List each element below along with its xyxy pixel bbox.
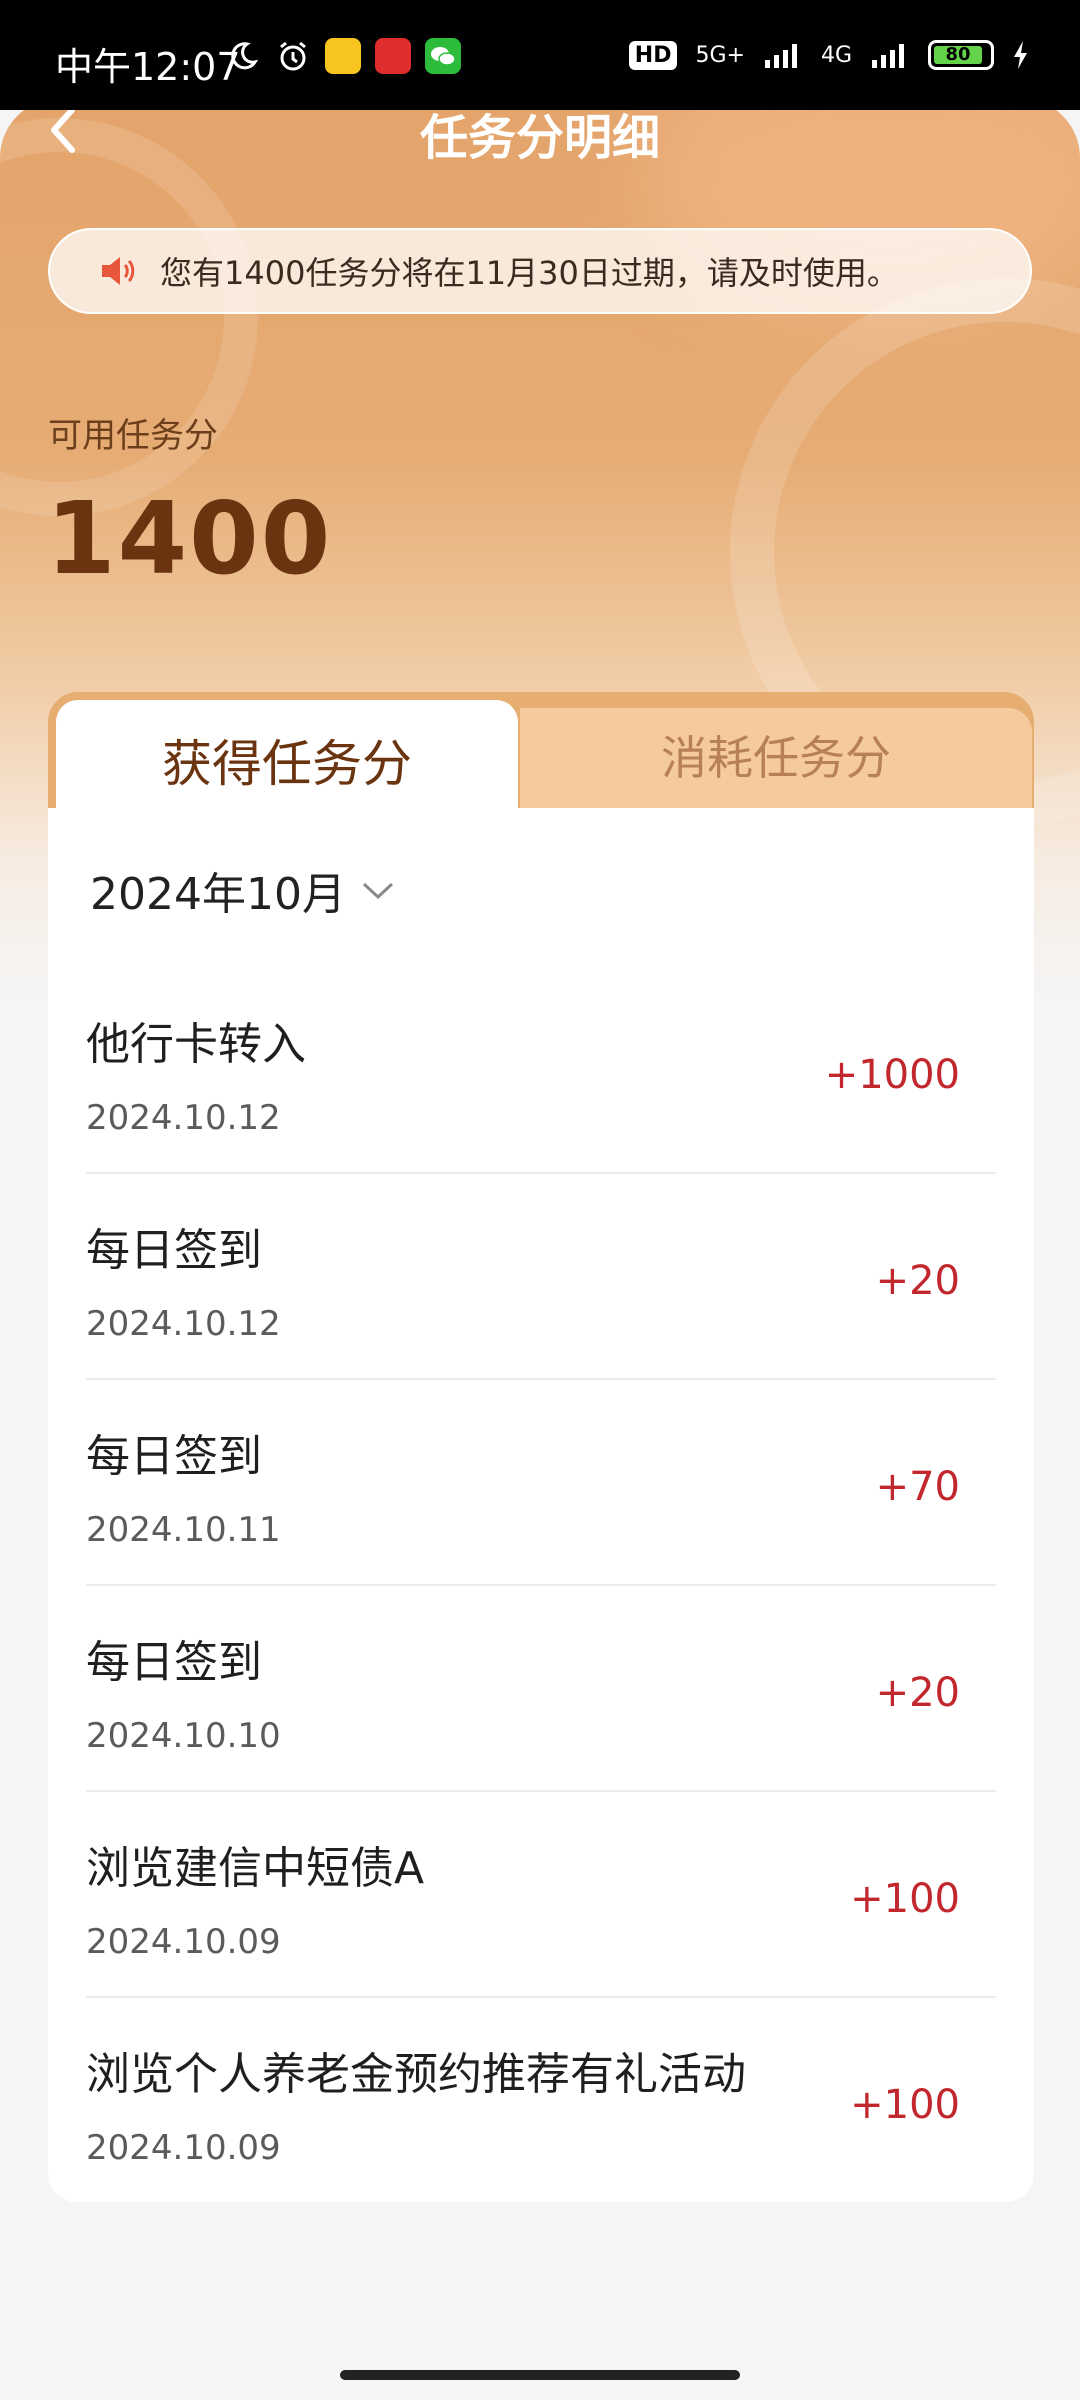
record-date: 2024.10.12 <box>86 1098 281 1138</box>
signal-icon <box>764 44 797 68</box>
expiry-notice-text: 您有1400任务分将在11月30日过期，请及时使用。 <box>160 254 899 292</box>
battery-level: 80 <box>934 46 982 64</box>
status-bar: 中午12:07 HD 5G+ 4G 80 <box>0 0 1080 110</box>
points-record-list: 他行卡转入 2024.10.12 +1000 每日签到 2024.10.12 +… <box>86 968 996 2202</box>
record-title: 浏览个人养老金预约推荐有礼活动 <box>86 2049 746 2100</box>
record-date: 2024.10.12 <box>86 1304 281 1344</box>
record-title: 浏览建信中短债A <box>86 1843 425 1894</box>
record-amount: +1000 <box>824 1052 960 1098</box>
charging-icon <box>1014 41 1027 69</box>
record-date: 2024.10.10 <box>86 1716 281 1756</box>
record-date: 2024.10.09 <box>86 1922 281 1962</box>
tab-earned-points[interactable]: 获得任务分 <box>56 700 518 820</box>
signal-icon <box>872 44 904 68</box>
month-selector[interactable]: 2024年10月 <box>90 858 396 922</box>
record-title: 他行卡转入 <box>86 1019 306 1070</box>
record-title: 每日签到 <box>86 1225 262 1276</box>
list-item: 他行卡转入 2024.10.12 +1000 <box>86 968 996 1174</box>
app-notification-icon <box>375 38 411 74</box>
hd-badge: HD <box>628 40 678 70</box>
list-item: 浏览建信中短债A 2024.10.09 +100 <box>86 1792 996 1998</box>
tab-spent-points[interactable]: 消耗任务分 <box>520 700 1032 810</box>
available-points-value: 1400 <box>46 480 333 597</box>
moon-icon <box>225 38 261 74</box>
record-amount: +20 <box>875 1670 960 1716</box>
record-amount: +70 <box>875 1464 960 1510</box>
list-item: 浏览个人养老金预约推荐有礼活动 2024.10.09 +100 <box>86 1998 996 2202</box>
record-date: 2024.10.11 <box>86 1510 281 1550</box>
app-notification-icon <box>325 38 361 74</box>
month-selector-label: 2024年10月 <box>90 869 346 920</box>
battery-icon: 80 <box>928 40 994 70</box>
record-date: 2024.10.09 <box>86 2128 281 2168</box>
list-item: 每日签到 2024.10.12 +20 <box>86 1174 996 1380</box>
expiry-notice: 您有1400任务分将在11月30日过期，请及时使用。 <box>48 228 1032 314</box>
record-title: 每日签到 <box>86 1637 262 1688</box>
list-item: 每日签到 2024.10.10 +20 <box>86 1586 996 1792</box>
status-system-icons: HD 5G+ 4G 80 <box>628 40 1030 70</box>
speaker-icon <box>102 257 135 285</box>
chevron-down-icon <box>362 882 393 900</box>
network-4g-label: 4G <box>820 42 852 68</box>
alarm-icon <box>275 38 311 74</box>
record-amount: +100 <box>850 1876 960 1922</box>
record-title: 每日签到 <box>86 1431 262 1482</box>
status-time: 中午12:07 <box>55 45 241 89</box>
record-amount: +20 <box>875 1258 960 1304</box>
wechat-icon <box>425 38 461 74</box>
record-amount: +100 <box>850 2082 960 2128</box>
network-5g-label: 5G+ <box>695 42 745 68</box>
available-points-label: 可用任务分 <box>48 416 218 456</box>
list-item: 每日签到 2024.10.11 +70 <box>86 1380 996 1586</box>
home-indicator[interactable] <box>340 2370 740 2380</box>
status-notification-icons <box>225 38 461 74</box>
